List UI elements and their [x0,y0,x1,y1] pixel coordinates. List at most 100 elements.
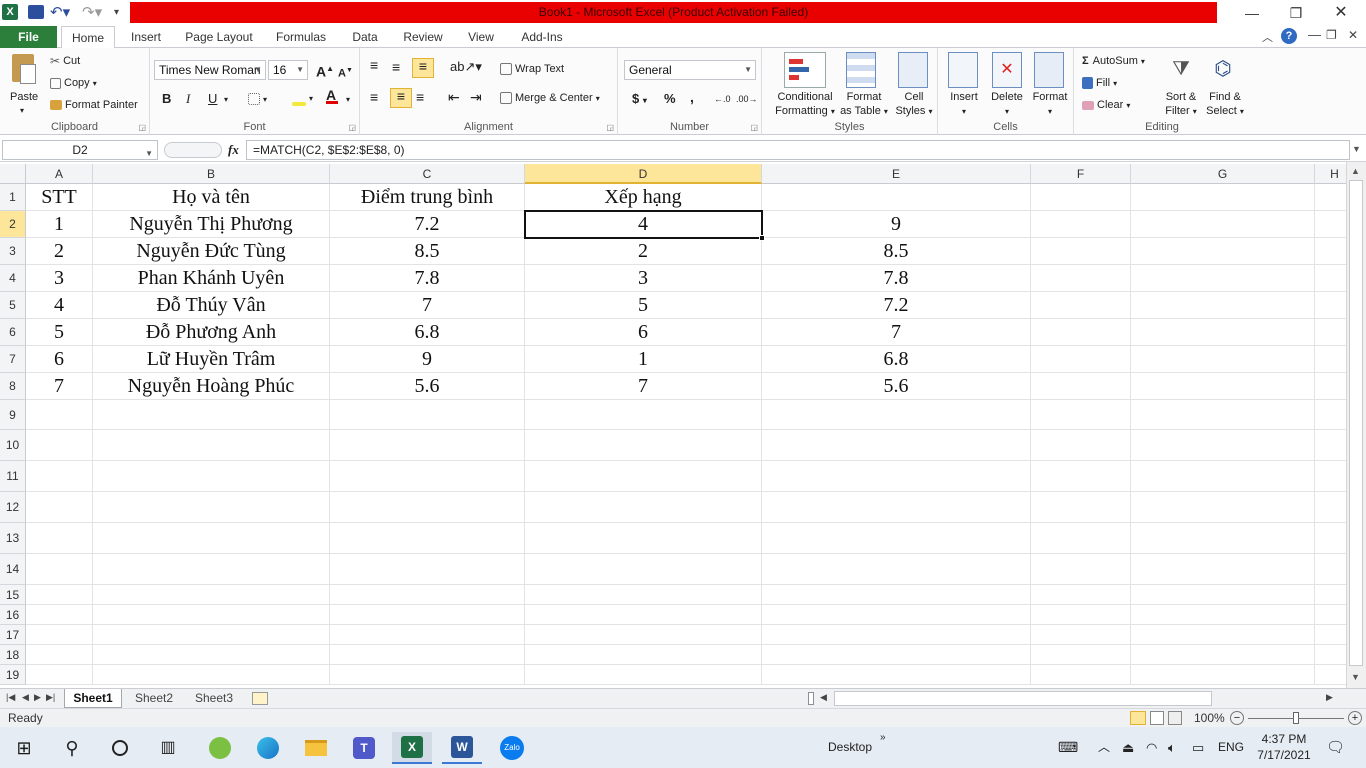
tab-formulas[interactable]: Formulas [268,26,334,48]
cell-d13[interactable] [525,523,762,554]
font-size-select[interactable]: 16 ▼ [268,60,308,80]
cell-h10[interactable] [1315,430,1346,461]
row-header-1[interactable]: 1 [0,184,26,211]
cell-a7[interactable]: 6 [26,346,93,373]
teams-icon[interactable]: T [344,732,384,764]
cell-c15[interactable] [330,585,525,605]
cell-d11[interactable] [525,461,762,492]
cell-g4[interactable] [1131,265,1315,292]
page-break-view-icon[interactable] [1168,711,1182,725]
cell-d7[interactable]: 1 [525,346,762,373]
cell-f3[interactable] [1031,238,1131,265]
cell-b13[interactable] [93,523,330,554]
select-all-button[interactable] [0,164,26,184]
tab-home[interactable]: Home [61,26,115,49]
fill-button[interactable]: Fill ▾ [1082,76,1117,91]
cell-e13[interactable] [762,523,1031,554]
cortana-icon[interactable] [100,732,140,764]
row-header-13[interactable]: 13 [0,523,26,554]
cell-c3[interactable]: 8.5 [330,238,525,265]
task-view-icon[interactable]: ▥ [148,732,188,764]
undo-icon[interactable]: ↶▾ [50,4,70,22]
cell-g14[interactable] [1131,554,1315,585]
row-header-10[interactable]: 10 [0,430,26,461]
tab-split-handle[interactable] [808,692,814,705]
customize-quick-access-icon[interactable]: ▾ [114,4,119,22]
increase-decimal-icon[interactable]: ←.0 [714,92,731,106]
clipboard-launcher-icon[interactable]: ◲ [138,123,146,132]
search-icon[interactable]: ⚲ [52,732,92,764]
cell-c16[interactable] [330,605,525,625]
shrink-font-button[interactable]: A▼ [338,64,353,81]
cell-f4[interactable] [1031,265,1131,292]
cell-g11[interactable] [1131,461,1315,492]
cell-h16[interactable] [1315,605,1346,625]
cell-h11[interactable] [1315,461,1346,492]
row-header-9[interactable]: 9 [0,400,26,430]
cell-styles-icon[interactable] [898,52,928,88]
row-header-8[interactable]: 8 [0,373,26,400]
cell-f7[interactable] [1031,346,1131,373]
scroll-left-icon[interactable]: ◀ [820,692,827,703]
cell-d18[interactable] [525,645,762,665]
cell-d3[interactable]: 2 [525,238,762,265]
font-name-select[interactable]: Times New Roman ▼ [154,60,266,80]
excel-taskbar-icon[interactable]: X [392,732,432,764]
cell-g1[interactable] [1131,184,1315,211]
usb-icon[interactable]: ⏏ [1122,727,1134,768]
cell-f15[interactable] [1031,585,1131,605]
cell-e14[interactable] [762,554,1031,585]
cell-f17[interactable] [1031,625,1131,645]
coccoc-browser-icon[interactable] [200,732,240,764]
cell-d8[interactable]: 7 [525,373,762,400]
cell-c8[interactable]: 5.6 [330,373,525,400]
cell-b11[interactable] [93,461,330,492]
save-icon[interactable] [28,5,44,19]
paste-button[interactable] [6,54,40,90]
expand-formula-bar-icon[interactable]: ▼ [1352,144,1361,154]
cell-a16[interactable] [26,605,93,625]
cell-e9[interactable] [762,400,1031,430]
cell-b15[interactable] [93,585,330,605]
cell-c1[interactable]: Điểm trung bình [330,184,525,211]
zoom-level[interactable]: 100% [1194,711,1225,725]
cell-a15[interactable] [26,585,93,605]
cell-c7[interactable]: 9 [330,346,525,373]
minimize-button[interactable]: — [1229,0,1275,26]
cell-c13[interactable] [330,523,525,554]
delete-cells-icon[interactable]: ✕ [992,52,1022,88]
cell-e2[interactable]: 9 [762,211,1031,238]
cell-e6[interactable]: 7 [762,319,1031,346]
cell-c17[interactable] [330,625,525,645]
sheet-tab-sheet1[interactable]: Sheet1 [64,689,122,708]
cell-g2[interactable] [1131,211,1315,238]
close-button[interactable]: ✕ [1318,0,1364,26]
cell-h19[interactable] [1315,665,1346,685]
help-icon[interactable]: ? [1281,28,1297,44]
sheet-nav-first-icon[interactable]: |◀ [6,692,15,703]
cell-d5[interactable]: 5 [525,292,762,319]
cell-f16[interactable] [1031,605,1131,625]
cell-a4[interactable]: 3 [26,265,93,292]
format-as-table-icon[interactable] [846,52,876,88]
cell-e5[interactable]: 7.2 [762,292,1031,319]
tab-file[interactable]: File [0,26,57,48]
autosum-button[interactable]: Σ AutoSum ▾ [1082,54,1145,69]
normal-view-icon[interactable] [1130,711,1146,725]
cell-e1[interactable] [762,184,1031,211]
cell-c2[interactable]: 7.2 [330,211,525,238]
sheet-nav-prev-icon[interactable]: ◀ [22,692,29,703]
cell-g13[interactable] [1131,523,1315,554]
cell-a12[interactable] [26,492,93,523]
wifi-icon[interactable]: ◠ [1146,727,1157,768]
workbook-minimize-icon[interactable]: — [1308,27,1321,42]
fill-handle[interactable] [759,235,765,241]
row-header-16[interactable]: 16 [0,605,26,625]
word-taskbar-icon[interactable]: W [442,732,482,764]
cell-h9[interactable] [1315,400,1346,430]
merge-center-button[interactable]: Merge & Center ▾ [500,91,600,106]
wrap-text-button[interactable]: Wrap Text [500,62,564,76]
cell-h7[interactable] [1315,346,1346,373]
cell-a2[interactable]: 1 [26,211,93,238]
cell-c9[interactable] [330,400,525,430]
